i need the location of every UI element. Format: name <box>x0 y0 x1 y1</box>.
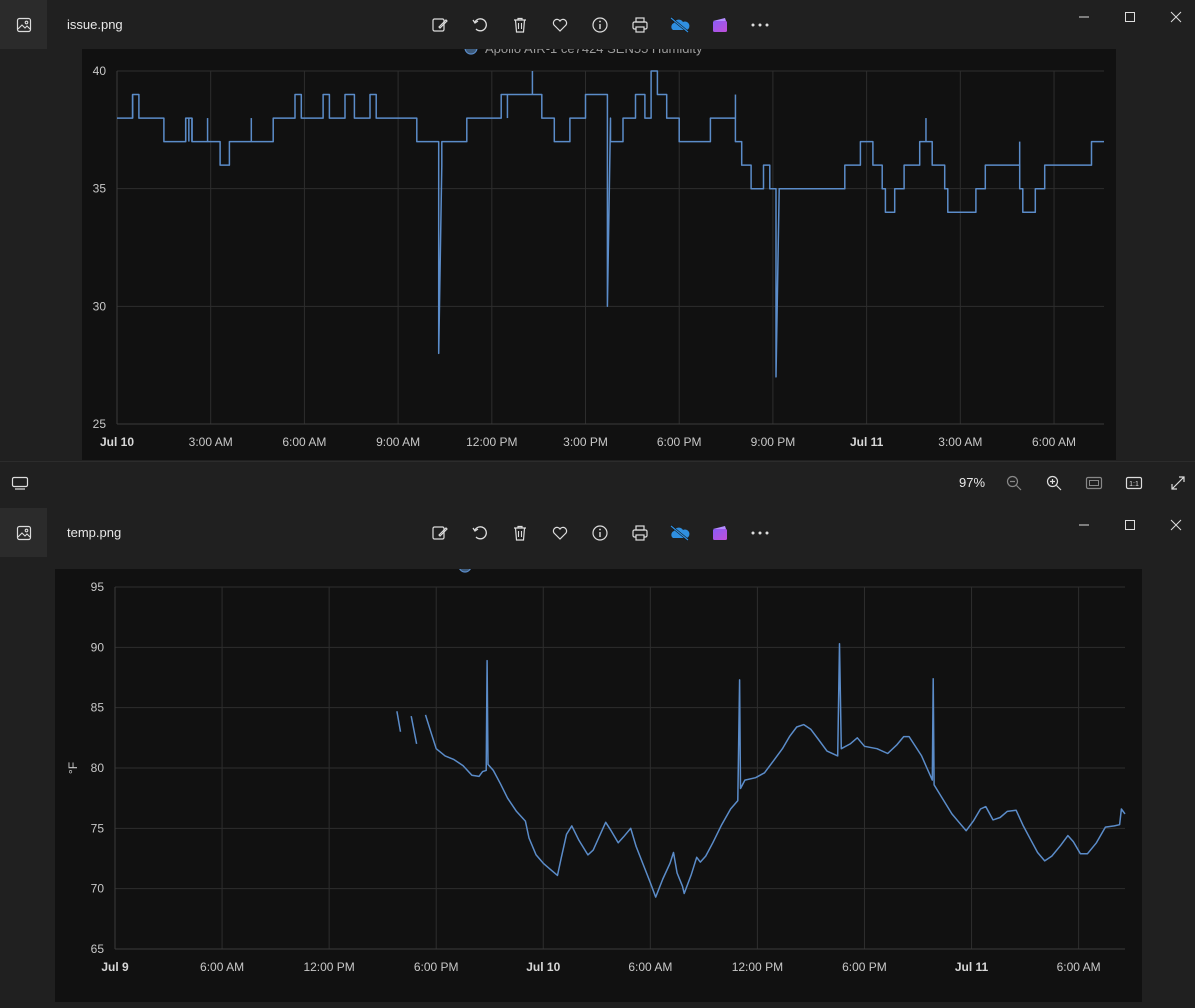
photos-window-issue: issue.png 25 30 35 40 Jul 10 3:00 AM 6:00 AM 9:… <box>0 0 1195 461</box>
y-tick-label: 25 <box>93 417 107 431</box>
x-tick-label: Jul 9 <box>101 960 129 974</box>
x-tick-label: 9:00 AM <box>376 435 420 449</box>
edit-icon[interactable] <box>420 8 460 42</box>
y-tick-label: 70 <box>91 882 105 896</box>
legend-marker <box>464 49 478 55</box>
clipchamp-icon[interactable] <box>700 8 740 42</box>
rotate-icon[interactable] <box>460 516 500 550</box>
y-tick-label: 30 <box>93 299 107 313</box>
info-icon[interactable] <box>580 516 620 550</box>
x-tick-label: Jul 10 <box>526 960 560 974</box>
top-toolbar <box>420 516 780 550</box>
y-tick-label: 80 <box>91 761 105 775</box>
x-tick-label: Jul 11 <box>850 435 884 449</box>
photos-app-icon[interactable] <box>0 0 47 49</box>
temperature-chart: 65 70 75 80 85 90 95 Jul 9 6:00 AM 12:00 PM 6:00 P… <box>66 569 1126 974</box>
zoom-out-icon[interactable] <box>994 466 1034 500</box>
y-tick-label: 90 <box>91 640 105 654</box>
x-tick-label: 12:00 PM <box>732 960 783 974</box>
print-icon[interactable] <box>620 516 660 550</box>
zoom-level: 97% <box>959 475 986 490</box>
series-line <box>410 715 418 745</box>
more-icon[interactable] <box>740 8 780 42</box>
x-tick-label: Jul 11 <box>955 960 989 974</box>
title-bar: issue.png <box>0 0 1195 49</box>
close-button[interactable] <box>1153 508 1195 542</box>
y-tick-label: 95 <box>91 580 105 594</box>
x-tick-label: 12:00 PM <box>466 435 517 449</box>
minimize-button[interactable] <box>1061 508 1107 542</box>
full-screen-icon[interactable] <box>1158 466 1195 500</box>
more-icon[interactable] <box>740 516 780 550</box>
info-icon[interactable] <box>580 8 620 42</box>
x-tick-label: 6:00 PM <box>842 960 887 974</box>
photos-window-temp: temp.png 65 70 75 80 85 90 95 Jul 9 6:00 AM 12:00… <box>0 508 1195 1008</box>
y-tick-label: 65 <box>91 942 105 956</box>
x-tick-label: 6:00 PM <box>657 435 702 449</box>
favorite-icon[interactable] <box>540 516 580 550</box>
favorite-icon[interactable] <box>540 8 580 42</box>
x-tick-label: 6:00 AM <box>1057 960 1101 974</box>
rotate-icon[interactable] <box>460 8 500 42</box>
y-axis-label: °F <box>66 762 80 774</box>
delete-icon[interactable] <box>500 8 540 42</box>
temperature-chart-image: 65 70 75 80 85 90 95 Jul 9 6:00 AM 12:00 PM 6:00 P… <box>55 569 1142 1002</box>
top-toolbar <box>420 8 780 42</box>
x-tick-label: 9:00 PM <box>751 435 796 449</box>
x-tick-label: 6:00 PM <box>414 960 459 974</box>
y-tick-label: 40 <box>93 64 107 78</box>
title-bar: temp.png <box>0 508 1195 557</box>
humidity-chart: 25 30 35 40 Jul 10 3:00 AM 6:00 AM 9:00 AM 12:00… <box>93 49 1104 449</box>
y-tick-label: 85 <box>91 701 105 715</box>
file-name: temp.png <box>67 525 122 540</box>
minimize-button[interactable] <box>1061 0 1107 34</box>
maximize-button[interactable] <box>1107 508 1153 542</box>
x-tick-label: 3:00 AM <box>938 435 982 449</box>
zoom-in-icon[interactable] <box>1034 466 1074 500</box>
x-tick-label: 6:00 AM <box>628 960 672 974</box>
close-button[interactable] <box>1153 0 1195 34</box>
legend-label: Apollo AIR-1 ce7424 SEN55 Humidity <box>485 49 703 56</box>
onedrive-off-icon[interactable] <box>660 516 700 550</box>
fit-to-window-icon[interactable] <box>1074 466 1114 500</box>
filmstrip-icon[interactable] <box>0 466 40 500</box>
print-icon[interactable] <box>620 8 660 42</box>
x-tick-label: 6:00 AM <box>1032 435 1076 449</box>
legend-marker <box>459 569 471 573</box>
x-tick-label: 3:00 AM <box>189 435 233 449</box>
series-line <box>117 70 1104 378</box>
y-tick-label: 35 <box>93 182 107 196</box>
svg-text:1:1: 1:1 <box>1129 481 1139 488</box>
x-tick-label: Jul 10 <box>100 435 134 449</box>
photos-app-icon[interactable] <box>0 508 47 557</box>
maximize-button[interactable] <box>1107 0 1153 34</box>
file-name: issue.png <box>67 17 123 32</box>
x-tick-label: 6:00 AM <box>200 960 244 974</box>
x-tick-label: 3:00 PM <box>563 435 608 449</box>
status-bar: 97% 1:1 <box>0 461 1195 503</box>
x-tick-label: 12:00 PM <box>303 960 354 974</box>
clipchamp-icon[interactable] <box>700 516 740 550</box>
onedrive-off-icon[interactable] <box>660 8 700 42</box>
series-line <box>424 642 1126 898</box>
y-tick-label: 75 <box>91 821 105 835</box>
actual-size-icon[interactable]: 1:1 <box>1114 466 1154 500</box>
series-line <box>396 711 402 732</box>
x-tick-label: 6:00 AM <box>282 435 326 449</box>
delete-icon[interactable] <box>500 516 540 550</box>
humidity-chart-image: 25 30 35 40 Jul 10 3:00 AM 6:00 AM 9:00 AM 12:00… <box>82 49 1116 460</box>
edit-icon[interactable] <box>420 516 460 550</box>
